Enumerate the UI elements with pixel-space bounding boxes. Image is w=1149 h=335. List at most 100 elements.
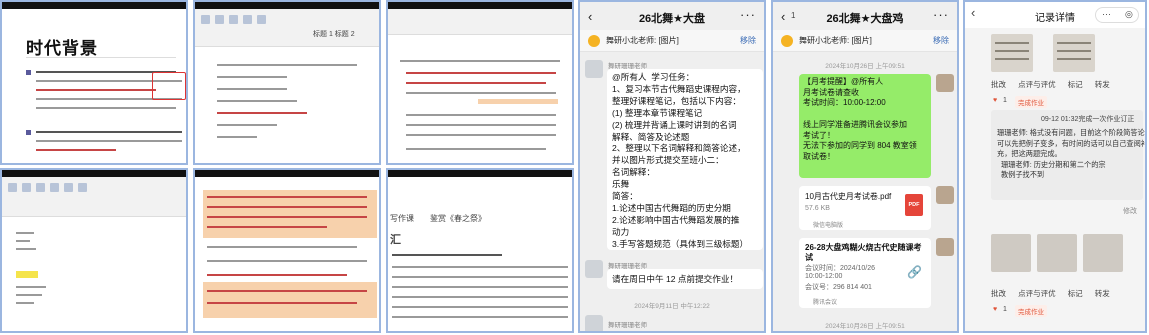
toolbar-icon [78, 183, 87, 192]
avatar[interactable] [585, 260, 603, 278]
article-heading-a: 写作课 [390, 214, 414, 223]
homework-photo[interactable] [1083, 234, 1123, 272]
text-line [217, 64, 357, 66]
like-count: 1 [1003, 306, 1007, 313]
more-icon[interactable]: ··· [933, 7, 949, 22]
pinned-text: 舞研小北老师: [图片] [799, 36, 872, 45]
thumbnail-doc-highlighted[interactable] [193, 168, 381, 333]
text-line [207, 196, 367, 198]
grade-button[interactable]: 批改 [991, 289, 1006, 298]
window-topbar [195, 170, 379, 177]
chat-title: 26北舞★大盘鸡 [826, 13, 904, 25]
ribbon-toolbar [2, 177, 186, 217]
mini-program-capsule[interactable]: ··· ◎ [1095, 7, 1139, 23]
message-text: @所有人 学习任务： 1、复习本节古代舞蹈史课程内容， 整理好课程笔记，包括以下… [612, 72, 749, 249]
text-line [16, 240, 30, 242]
text-line [36, 107, 176, 109]
homework-photo[interactable] [1037, 234, 1077, 272]
window-topbar [388, 170, 572, 177]
mark-button[interactable]: 标记 [1068, 80, 1083, 89]
avatar[interactable] [585, 60, 603, 78]
notice-text: 【月考提醒】@所有人 月考试卷请查收 考试时间：10:00-12:00 线上同学… [803, 77, 917, 161]
action-bar: 批改 点评与评优 标记 转发 [991, 288, 1120, 299]
sun-avatar-icon [588, 35, 600, 47]
highlight-box [152, 72, 186, 100]
photo-line [995, 58, 1029, 60]
file-card[interactable]: 10月古代史月考试卷.pdf 57.6 KB PDF 微信电脑版 [799, 186, 931, 230]
mark-button[interactable]: 标记 [1068, 289, 1083, 298]
text-line [406, 114, 556, 116]
text-line [392, 286, 568, 288]
chat-panel-2: ‹ 1 26北舞★大盘鸡 ··· 舞研小北老师: [图片] 移除 2024年10… [771, 0, 959, 333]
pinned-text: 舞研小北老师: [图片] [606, 36, 679, 45]
grade-button[interactable]: 批改 [991, 80, 1006, 89]
text-line [36, 140, 182, 142]
timestamp: 2024年10月26日 上午09:51 [825, 63, 905, 70]
comment-time: 09-12 01:32完成一次作业订正 [1041, 116, 1135, 123]
avatar[interactable] [936, 238, 954, 256]
comment-text: 珊珊老师: 格式没有问题，目前这个阶段简答论述 可以先把例子变多，有时间的话可以… [997, 128, 1147, 179]
chat-header: ‹ 26北舞★大盘 ··· [580, 2, 764, 30]
homework-photo[interactable] [991, 34, 1033, 72]
text-line [392, 306, 568, 308]
avatar[interactable] [936, 74, 954, 92]
sun-avatar-icon [781, 35, 793, 47]
highlight [478, 99, 558, 104]
message-text: 请在周日中午 12 点前提交作业！ [612, 274, 739, 284]
review-button[interactable]: 点评与评优 [1018, 80, 1056, 89]
text-line [16, 286, 46, 288]
pinned-message[interactable]: 舞研小北老师: [图片] 移除 [580, 30, 764, 52]
more-icon[interactable]: ··· [740, 7, 756, 22]
text-line [406, 134, 556, 136]
text-line [217, 100, 297, 102]
style-labels: 标题 1 标题 2 [313, 31, 355, 38]
status-badge: 完成作业 [1015, 305, 1047, 317]
record-header: ‹ 记录详情 ··· ◎ [965, 2, 1145, 28]
avatar[interactable] [585, 315, 603, 331]
bullet-icon [26, 70, 31, 75]
meeting-card[interactable]: 26-28大盘鸡糊火烧古代史随课考 试 会议时间：2024/10/26 10:0… [799, 238, 931, 308]
text-line [207, 216, 367, 218]
text-line [207, 246, 357, 248]
homework-photo[interactable] [991, 234, 1031, 272]
review-button[interactable]: 点评与评优 [1018, 289, 1056, 298]
like-count: 1 [1003, 97, 1007, 104]
notice-bubble[interactable]: 【月考提醒】@所有人 月考试卷请查收 考试时间：10:00-12:00 线上同学… [799, 74, 931, 178]
text-line [392, 296, 568, 298]
text-line [392, 276, 568, 278]
forward-button[interactable]: 转发 [1095, 289, 1110, 298]
meeting-source: 腾讯会议 [813, 300, 838, 306]
text-line [16, 302, 34, 304]
photo-line [1057, 50, 1091, 52]
text-line [217, 112, 307, 114]
text-line [16, 294, 42, 296]
thumbnail-word-editor-2[interactable] [0, 168, 188, 333]
text-line [400, 60, 560, 62]
timestamp: 2024年10月26日 上午09:51 [825, 323, 905, 330]
toolbar-icon [22, 183, 31, 192]
window-topbar [2, 2, 186, 9]
text-line [217, 124, 277, 126]
toolbar-icon [215, 15, 224, 24]
toolbar-icon [229, 15, 238, 24]
thumbnail-article[interactable]: 写作课 鉴赏《春之祭》 汇 [386, 168, 574, 333]
text-line [406, 92, 556, 94]
message-bubble[interactable]: @所有人 学习任务： 1、复习本节古代舞蹈史课程内容， 整理好课程笔记，包括以下… [607, 69, 763, 250]
message-bubble[interactable]: 请在周日中午 12 点前提交作业！ [607, 269, 763, 289]
avatar[interactable] [936, 186, 954, 204]
thumbnail-doc-time-background[interactable]: 时代背景 [0, 0, 188, 165]
remove-pin-button[interactable]: 移除 [740, 35, 756, 46]
thumbnail-doc-notes[interactable] [386, 0, 574, 165]
text-line [406, 124, 556, 126]
remove-pin-button[interactable]: 移除 [933, 35, 949, 46]
pinned-message[interactable]: 舞研小北老师: [图片] 移除 [773, 30, 957, 52]
text-line [217, 88, 287, 90]
thumbnail-word-editor-1[interactable]: 标题 1 标题 2 [193, 0, 381, 165]
sender-name: 舞研珊珊老师 [608, 322, 647, 329]
edit-link[interactable]: 修改 [1123, 208, 1137, 216]
toolbar-icon [201, 15, 210, 24]
forward-button[interactable]: 转发 [1095, 80, 1110, 89]
homework-photo[interactable] [1053, 34, 1095, 72]
toolbar-icon [8, 183, 17, 192]
photo-line [1057, 58, 1091, 60]
